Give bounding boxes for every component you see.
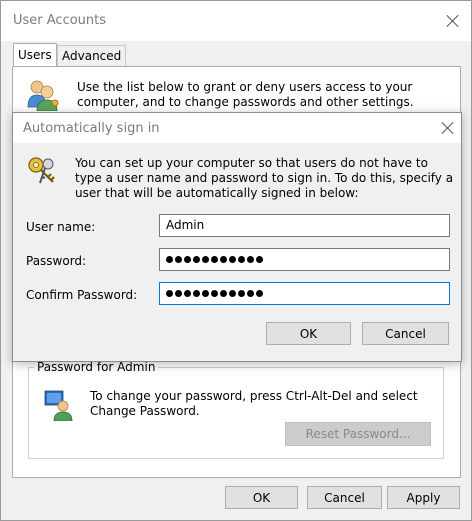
mask-dot [220,290,227,297]
keys-icon [28,157,55,184]
mask-dot [202,256,209,263]
mask-dot [256,256,263,263]
password-label: Password: [26,254,87,268]
mask-dot [193,256,200,263]
mask-dot [166,290,173,297]
mask-dot [202,290,209,297]
mask-dot [175,290,182,297]
user-key-icon [44,390,73,421]
change-password-text: To change your password, press Ctrl-Alt-… [90,389,418,418]
mask-dot [256,290,263,297]
mask-dot [220,256,227,263]
password-field[interactable] [159,248,450,271]
tab-advanced[interactable]: Advanced [57,45,127,66]
confirm-password-mask [166,290,443,297]
users-info-text: Use the list below to grant or deny user… [77,80,414,109]
mask-dot [175,256,182,263]
mask-dot [193,290,200,297]
cancel-button[interactable]: Cancel [362,322,449,345]
mask-dot [211,256,218,263]
reset-password-button[interactable]: Reset Password... [285,422,431,446]
tab-users[interactable]: Users [13,43,57,67]
ok-button[interactable]: OK [225,486,298,509]
username-label: User name: [26,220,96,234]
confirm-password-field[interactable] [159,282,450,305]
cancel-button[interactable]: Cancel [307,486,382,509]
ok-button[interactable]: OK [266,322,351,345]
mask-dot [166,256,173,263]
confirm-password-label: Confirm Password: [26,288,138,302]
auto-sign-in-titlebar: Automatically sign in [13,113,461,143]
mask-dot [247,256,254,263]
mask-dot [238,290,245,297]
apply-button[interactable]: Apply [387,486,460,509]
auto-sign-in-info-text: You can set up your computer so that use… [75,156,454,200]
close-icon[interactable] [441,121,455,135]
username-field[interactable]: Admin [159,214,450,237]
mask-dot [184,290,191,297]
mask-dot [229,290,236,297]
user-accounts-titlebar: User Accounts [1,1,471,41]
mask-dot [211,290,218,297]
password-mask [166,256,443,263]
password-group-title: Password for Admin [34,360,159,374]
users-icon [27,80,59,111]
window-title: User Accounts [13,13,107,28]
auto-sign-in-dialog: Automatically sign in You can set up you… [12,112,462,362]
close-icon[interactable] [446,14,460,28]
mask-dot [238,256,245,263]
dialog-title: Automatically sign in [23,121,160,136]
mask-dot [247,290,254,297]
mask-dot [229,256,236,263]
mask-dot [184,256,191,263]
